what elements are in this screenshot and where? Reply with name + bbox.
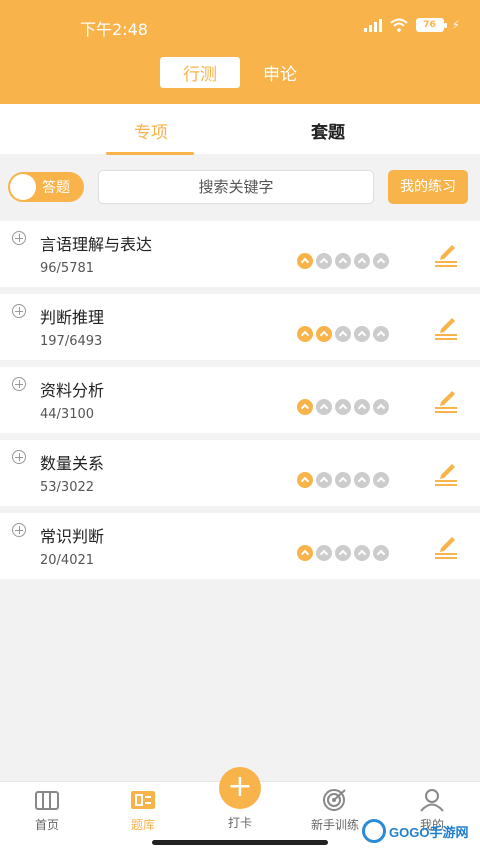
category-title: 言语理解与表达 xyxy=(40,235,153,254)
level-indicator xyxy=(297,399,389,415)
level-dot xyxy=(354,399,370,415)
level-dot xyxy=(335,253,351,269)
toggle-label: 答题 xyxy=(42,180,70,196)
user-icon xyxy=(418,788,446,812)
search-input[interactable]: 搜索关键字 xyxy=(98,170,374,204)
wifi-icon xyxy=(389,18,408,32)
home-icon xyxy=(33,788,61,812)
level-dot xyxy=(316,399,332,415)
category-count: 44/3100 xyxy=(40,407,95,422)
category-item[interactable]: 判断推理 197/6493 xyxy=(0,294,480,360)
level-indicator xyxy=(297,472,389,488)
category-title: 判断推理 xyxy=(40,308,105,327)
my-practice-button[interactable]: 我的练习 xyxy=(388,170,468,204)
category-item[interactable]: 常识判断 20/4021 xyxy=(0,513,480,579)
level-dot xyxy=(335,326,351,342)
level-dot xyxy=(354,545,370,561)
level-dot xyxy=(316,326,332,342)
level-dot xyxy=(373,399,389,415)
level-dot xyxy=(373,326,389,342)
plus-icon: + xyxy=(227,769,253,804)
category-title: 数量关系 xyxy=(40,454,105,473)
category-title: 常识判断 xyxy=(40,527,105,546)
check-in-button[interactable]: + xyxy=(219,767,261,809)
question-bank-icon xyxy=(129,788,157,812)
level-dot xyxy=(297,326,313,342)
check-in-label: 打卡 xyxy=(227,816,252,830)
level-dot xyxy=(316,545,332,561)
nav-training-label: 新手训练 xyxy=(310,818,359,832)
app-header: 下午2:48 76 ⚡ 行测 申论 xyxy=(0,0,480,104)
level-dot xyxy=(297,399,313,415)
home-indicator xyxy=(152,840,328,845)
level-dot xyxy=(316,472,332,488)
edit-icon[interactable] xyxy=(432,239,460,267)
category-count: 53/3022 xyxy=(40,480,95,495)
level-dot xyxy=(297,472,313,488)
level-indicator xyxy=(297,326,389,342)
level-dot xyxy=(354,472,370,488)
watermark-text: GOGO手游网 xyxy=(389,824,469,840)
charging-icon: ⚡ xyxy=(451,18,460,32)
level-dot xyxy=(316,253,332,269)
edit-icon[interactable] xyxy=(432,531,460,559)
tab-shenlun[interactable]: 申论 xyxy=(250,57,310,88)
battery-icon: 76 xyxy=(415,18,447,32)
level-dot xyxy=(373,253,389,269)
category-title: 资料分析 xyxy=(40,381,105,400)
level-dot xyxy=(335,545,351,561)
answer-mode-toggle[interactable]: 答题 xyxy=(8,172,84,202)
level-dot xyxy=(335,472,351,488)
status-time: 下午2:48 xyxy=(80,20,148,39)
tab-special[interactable]: 专项 xyxy=(134,118,168,143)
expand-icon[interactable] xyxy=(12,377,26,391)
level-dot xyxy=(354,326,370,342)
nav-training[interactable]: 新手训练 xyxy=(300,788,370,833)
level-indicator xyxy=(297,545,389,561)
expand-icon[interactable] xyxy=(12,304,26,318)
edit-icon[interactable] xyxy=(432,385,460,413)
expand-icon[interactable] xyxy=(12,523,26,537)
target-icon xyxy=(321,788,349,812)
level-dot xyxy=(335,399,351,415)
signal-icon xyxy=(363,18,382,32)
nav-question-bank[interactable]: 题库 xyxy=(108,788,178,833)
level-indicator xyxy=(297,253,389,269)
category-item[interactable]: 数量关系 53/3022 xyxy=(0,440,480,506)
nav-question-bank-label: 题库 xyxy=(130,818,155,832)
nav-home[interactable]: 首页 xyxy=(12,788,82,833)
toggle-knob xyxy=(10,174,36,200)
category-count: 20/4021 xyxy=(40,553,95,568)
watermark-logo: GOGO手游网 xyxy=(362,816,472,846)
level-dot xyxy=(297,545,313,561)
category-count: 96/5781 xyxy=(40,261,95,276)
edit-icon[interactable] xyxy=(432,312,460,340)
edit-icon[interactable] xyxy=(432,458,460,486)
category-item[interactable]: 资料分析 44/3100 xyxy=(0,367,480,433)
active-tab-underline xyxy=(106,152,194,155)
level-dot xyxy=(373,472,389,488)
category-item[interactable]: 言语理解与表达 96/5781 xyxy=(0,221,480,287)
status-icons: 76 ⚡ xyxy=(363,18,460,32)
nav-home-label: 首页 xyxy=(34,818,59,832)
level-dot xyxy=(354,253,370,269)
watermark-icon xyxy=(362,819,386,843)
sub-tabs: 专项 套题 xyxy=(0,104,480,155)
expand-icon[interactable] xyxy=(12,231,26,245)
tab-exam-sets[interactable]: 套题 xyxy=(311,118,345,143)
category-count: 197/6493 xyxy=(40,334,103,349)
level-dot xyxy=(297,253,313,269)
tab-xingce[interactable]: 行测 xyxy=(160,57,240,88)
expand-icon[interactable] xyxy=(12,450,26,464)
level-dot xyxy=(373,545,389,561)
